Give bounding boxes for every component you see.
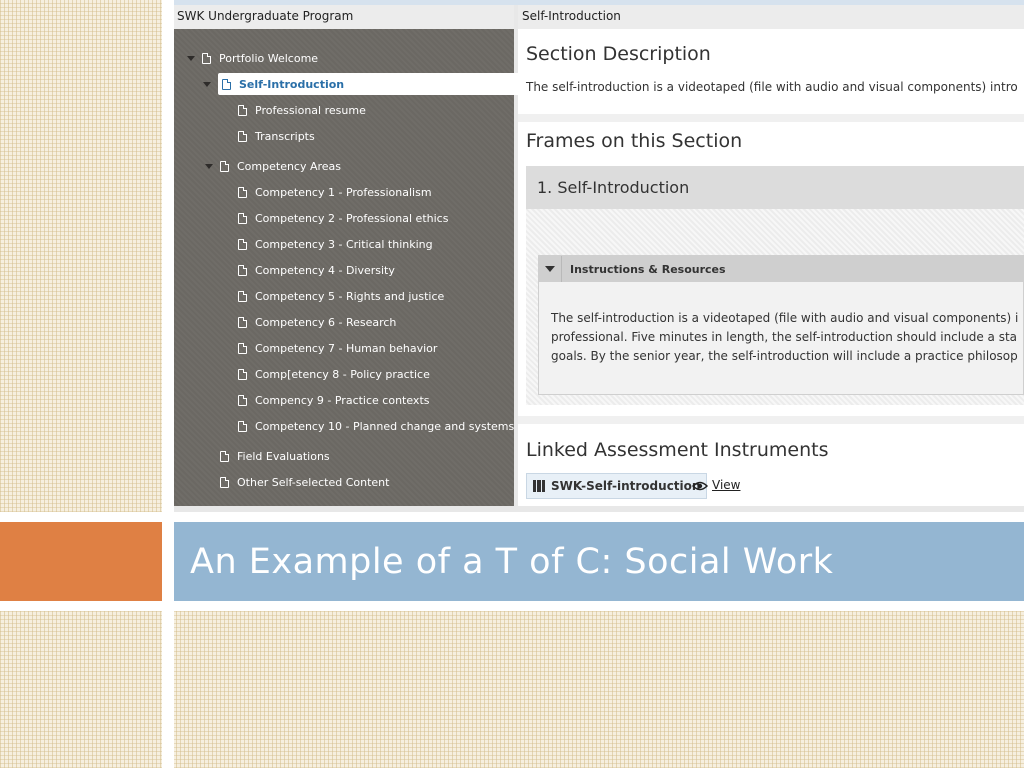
tree-item[interactable]: Competency 7 - Human behavior (238, 337, 437, 359)
tree-item-label: Portfolio Welcome (219, 51, 319, 65)
frame-body: Instructions & Resources The self-introd… (526, 209, 1024, 405)
section-main: Section Description The self-introductio… (518, 29, 1024, 506)
instructions-label: Instructions & Resources (570, 262, 726, 276)
view-label: View (712, 478, 741, 492)
tree-item-label: Professional resume (255, 103, 366, 117)
linked-instruments-title: Linked Assessment Instruments (526, 439, 829, 461)
eye-icon (691, 480, 709, 491)
caret-down-icon[interactable] (202, 79, 212, 89)
document-icon (238, 394, 247, 406)
document-icon (238, 212, 247, 224)
tree-item-label: Competency 7 - Human behavior (255, 341, 438, 355)
tree-item[interactable]: Professional resume (238, 99, 366, 121)
tree-item[interactable]: Self-Introduction (203, 73, 518, 95)
tree-item[interactable]: Competency 6 - Research (238, 311, 396, 333)
document-icon (222, 78, 231, 90)
accent-block (0, 522, 162, 601)
tree-item[interactable]: Competency 3 - Critical thinking (238, 233, 433, 255)
slide-title: An Example of a T of C: Social Work (190, 541, 834, 582)
tree-item[interactable]: Other Self-selected Content (220, 471, 389, 493)
tree-item-label: Comp[etency 8 - Policy practice (255, 367, 430, 381)
tree-item[interactable]: Competency 2 - Professional ethics (238, 207, 448, 229)
instructions-line: professional. Five minutes in length, th… (551, 330, 1018, 344)
document-icon (238, 186, 247, 198)
embedded-screenshot: SWK Undergraduate Program Self-Introduct… (174, 0, 1024, 512)
section-description-title: Section Description (526, 43, 711, 65)
caret-down-icon[interactable] (186, 53, 196, 63)
document-icon (238, 238, 247, 250)
portfolio-tree: Portfolio Welcome Self-Introduction Profes… (174, 29, 518, 506)
instructions-panel: Instructions & Resources The self-introd… (538, 255, 1024, 395)
tree-item[interactable]: Competency 4 - Diversity (238, 259, 395, 281)
caret-down-icon[interactable] (204, 161, 214, 171)
section-divider (518, 114, 1024, 122)
tree-item-label: Competency Areas (237, 159, 342, 173)
document-icon (238, 316, 247, 328)
tree-item[interactable]: Compency 9 - Practice contexts (238, 389, 430, 411)
divider-horizontal (0, 512, 1024, 522)
tree-item[interactable]: Transcripts (238, 125, 315, 147)
tree-item-label: Competency 5 - Rights and justice (255, 289, 445, 303)
divider-vertical (162, 0, 174, 768)
tree-item[interactable]: Competency 10 - Planned change and syste… (238, 415, 514, 437)
tree-item-label: Other Self-selected Content (237, 475, 390, 489)
tree-item[interactable]: Competency Areas (204, 155, 341, 177)
tree-item-label: Competency 2 - Professional ethics (255, 211, 449, 225)
linked-instrument-label: SWK-Self-introduction (551, 479, 701, 493)
tree-item[interactable]: Comp[etency 8 - Policy practice (238, 363, 430, 385)
view-link[interactable]: View (691, 478, 741, 492)
caret-down-icon[interactable] (539, 256, 562, 282)
instructions-header[interactable]: Instructions & Resources (539, 256, 1023, 282)
tree-item-label: Self-Introduction (239, 77, 345, 91)
document-icon (238, 368, 247, 380)
tree-item-label: Transcripts (255, 129, 315, 143)
section-description-text: The self-introduction is a videotaped (f… (526, 80, 1018, 94)
tree-item-label: Competency 6 - Research (255, 315, 397, 329)
tree-item-label: Compency 9 - Practice contexts (255, 393, 430, 407)
instructions-text: The self-introduction is a videotaped (f… (539, 282, 1023, 366)
tree-item-label: Competency 3 - Critical thinking (255, 237, 433, 251)
document-icon (238, 130, 247, 142)
frames-title: Frames on this Section (526, 130, 743, 152)
document-icon (238, 420, 247, 432)
frames-divider (518, 416, 1024, 424)
document-icon (238, 104, 247, 116)
tree-item-label: Field Evaluations (237, 449, 330, 463)
document-icon (238, 264, 247, 276)
instructions-line: The self-introduction is a videotaped (f… (551, 311, 1019, 325)
title-band: An Example of a T of C: Social Work (174, 522, 1024, 601)
frame-header[interactable]: 1. Self-Introduction (526, 166, 1024, 209)
document-icon (238, 290, 247, 302)
tree-item-label: Competency 4 - Diversity (255, 263, 395, 277)
document-icon (202, 52, 211, 64)
document-icon (238, 342, 247, 354)
tree-item[interactable]: Field Evaluations (220, 445, 330, 467)
document-icon (220, 476, 229, 488)
divider-horizontal-lower (0, 601, 1024, 611)
tree-item-label: Competency 10 - Planned change and syste… (255, 419, 515, 433)
tree-item[interactable]: Competency 5 - Rights and justice (238, 285, 444, 307)
section-header: Self-Introduction (518, 5, 1024, 29)
document-icon (220, 160, 229, 172)
document-icon (220, 450, 229, 462)
tree-item[interactable]: Competency 1 - Professionalism (238, 181, 432, 203)
program-header: SWK Undergraduate Program (174, 5, 514, 29)
tree-item[interactable]: Portfolio Welcome (186, 47, 318, 69)
tree-item-label: Competency 1 - Professionalism (255, 185, 432, 199)
instructions-line: goals. By the senior year, the self-intr… (551, 349, 1018, 363)
grid-icon (533, 480, 545, 492)
linked-instrument-chip[interactable]: SWK-Self-introduction (526, 473, 708, 499)
